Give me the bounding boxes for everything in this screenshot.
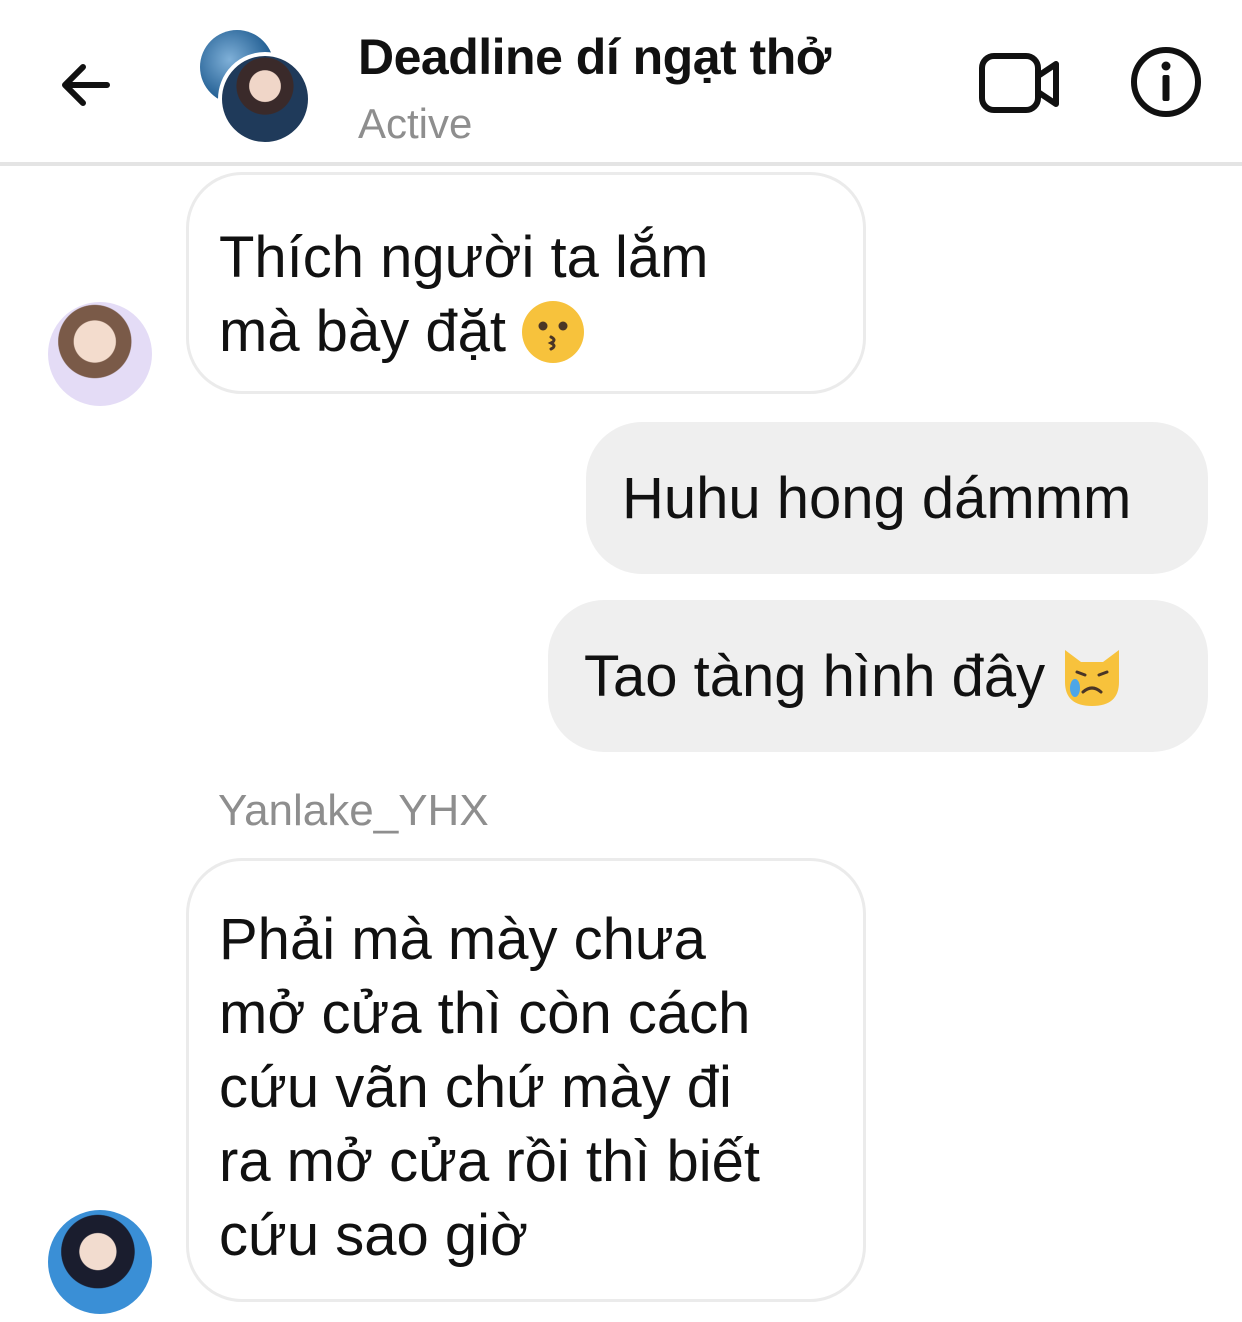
info-button[interactable] xyxy=(1128,44,1204,120)
message-line: mở cửa thì còn cách xyxy=(219,981,751,1046)
message-bubble-outgoing[interactable]: Tao tàng hình đây xyxy=(548,600,1208,752)
video-call-button[interactable] xyxy=(976,46,1066,122)
message-bubble-incoming[interactable]: Phải mà mày chưa mở cửa thì còn cách cứu… xyxy=(186,858,866,1302)
message-line: cứu sao giờ xyxy=(219,1203,529,1268)
chat-title[interactable]: Deadline dí ngạt thở xyxy=(358,28,831,86)
kissing-face-icon xyxy=(521,300,584,363)
back-button[interactable] xyxy=(40,40,130,130)
group-avatar[interactable] xyxy=(200,30,312,146)
message-line-text: Tao tàng hình đây xyxy=(584,644,1046,709)
message-line: Huhu hong dámmm xyxy=(622,466,1132,531)
sender-avatar[interactable] xyxy=(48,302,152,406)
message-line-text: mà bày đặt xyxy=(219,299,506,364)
message-line-with-emoji: Tao tàng hình đây xyxy=(584,640,1208,714)
message-line: cứu vãn chứ mày đi xyxy=(219,1055,732,1120)
video-call-icon xyxy=(979,53,1059,113)
back-arrow-icon xyxy=(62,64,110,106)
message-line: ra mở cửa rồi thì biết xyxy=(219,1129,761,1194)
sender-name: Yanlake_YHX xyxy=(218,786,489,835)
message-line: Thích người ta lắm xyxy=(219,225,709,290)
message-line-with-emoji: mà bày đặt xyxy=(219,295,833,369)
message-bubble-incoming[interactable]: Thích người ta lắm mà bày đặt xyxy=(186,172,866,394)
message-bubble-outgoing[interactable]: Huhu hong dámmm xyxy=(586,422,1208,574)
sender-avatar[interactable] xyxy=(48,1210,152,1314)
info-icon xyxy=(1131,47,1201,117)
crying-cat-face-icon xyxy=(1065,649,1120,706)
chat-header: Deadline dí ngạt thở Active xyxy=(0,0,1242,166)
active-status: Active xyxy=(358,100,473,147)
message-line: Phải mà mày chưa xyxy=(219,907,706,972)
group-avatar-front xyxy=(218,52,312,146)
